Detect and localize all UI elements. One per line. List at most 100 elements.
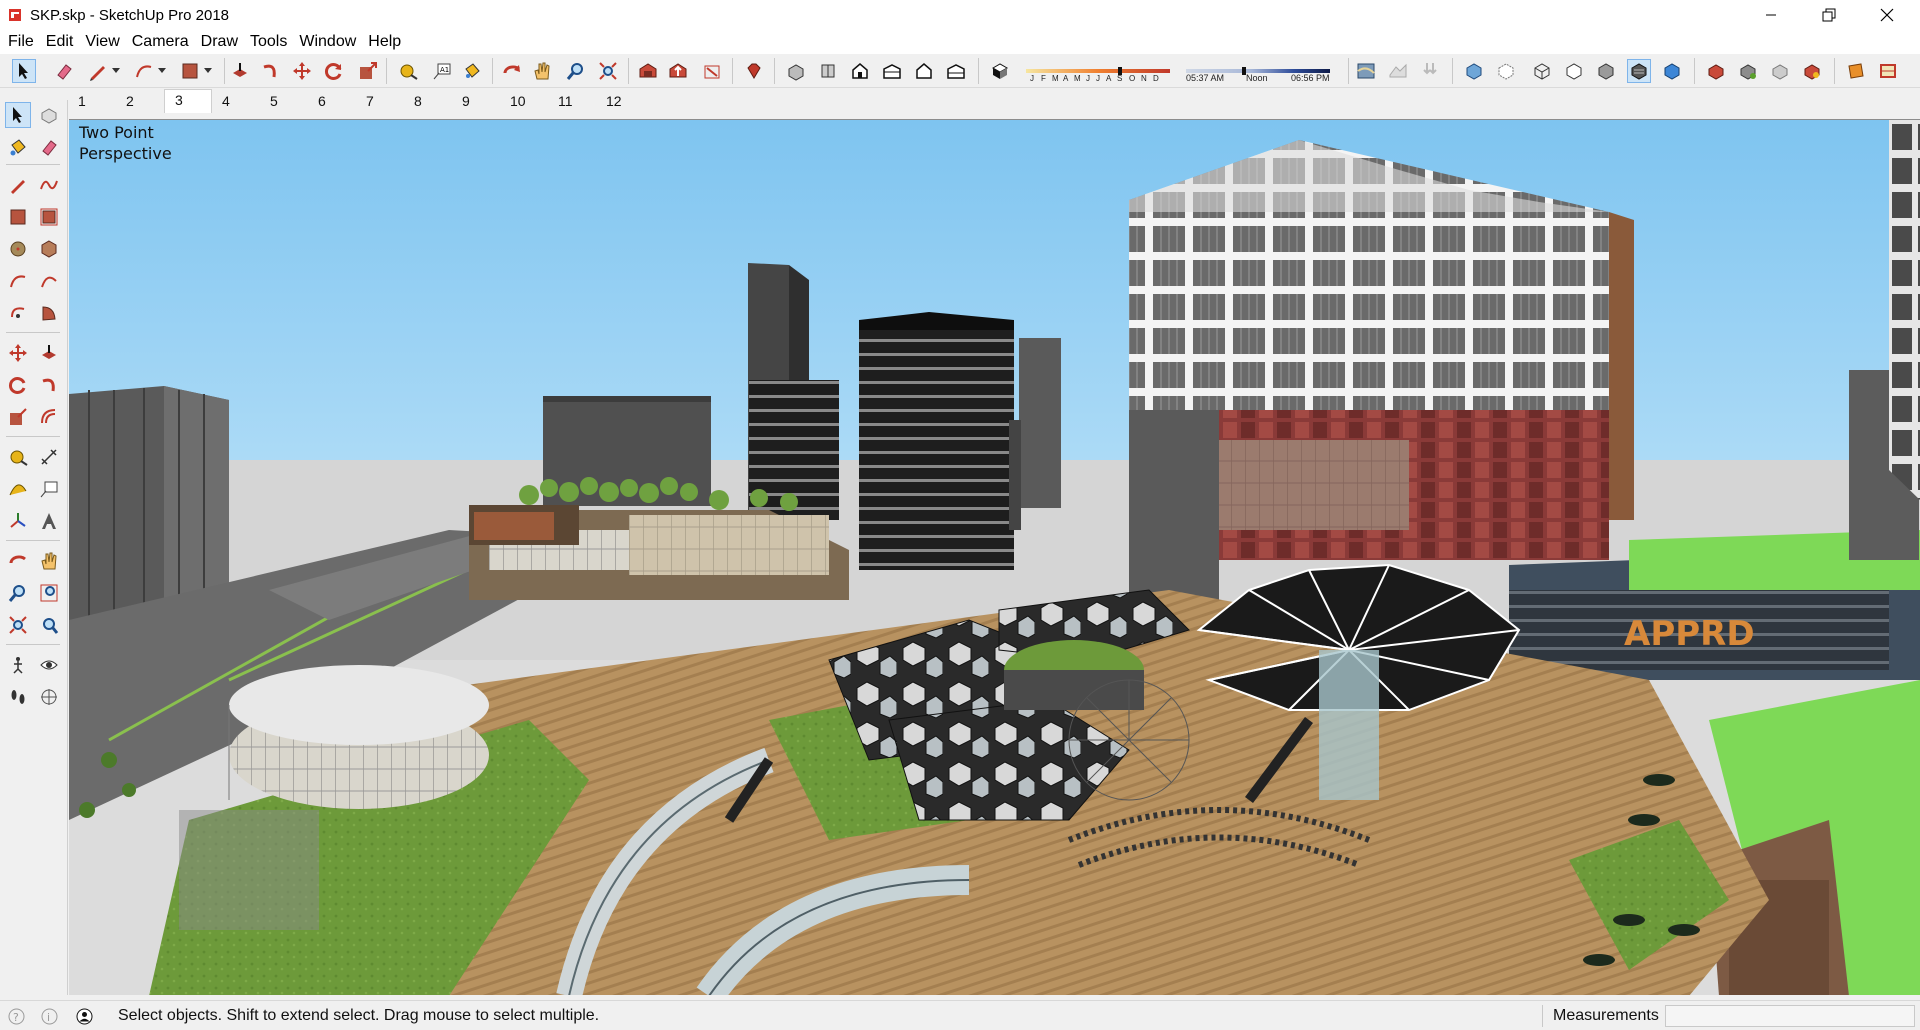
- lt-tape-measure-button[interactable]: [5, 444, 31, 470]
- lt-make-component-button[interactable]: [36, 102, 62, 128]
- hidden-line-button[interactable]: [1562, 59, 1586, 83]
- lt-dimension-button[interactable]: [36, 444, 62, 470]
- move-tool-button[interactable]: [290, 59, 314, 83]
- scene-tab-4[interactable]: 4: [212, 89, 260, 113]
- shaded-button[interactable]: [1594, 59, 1618, 83]
- menu-camera[interactable]: Camera: [126, 33, 195, 51]
- lt-zoom-window-button[interactable]: [36, 580, 62, 606]
- lt-rectangle-button[interactable]: [5, 204, 31, 230]
- scene-tab-12[interactable]: 12: [596, 89, 644, 113]
- restore-button[interactable]: [1806, 0, 1852, 30]
- menu-edit[interactable]: Edit: [40, 33, 80, 51]
- month-slider[interactable]: [1026, 62, 1170, 75]
- lt-pan-button[interactable]: [36, 548, 62, 574]
- arc-dropdown[interactable]: [156, 59, 168, 83]
- scene-tab-10[interactable]: 10: [500, 89, 548, 113]
- scene-tab-6[interactable]: 6: [308, 89, 356, 113]
- menu-view[interactable]: View: [79, 33, 125, 51]
- shape-dropdown[interactable]: [202, 59, 214, 83]
- lt-two-point-arc-button[interactable]: [36, 268, 62, 294]
- section-plane-button[interactable]: [1844, 59, 1868, 83]
- scale-tool-button[interactable]: [356, 59, 380, 83]
- follow-me-button[interactable]: [258, 59, 282, 83]
- eraser-tool-button[interactable]: [52, 59, 76, 83]
- scene-tab-1[interactable]: 1: [68, 89, 116, 113]
- lt-line-button[interactable]: [5, 172, 31, 198]
- photo-textures-button[interactable]: [1418, 59, 1442, 83]
- tape-measure-button[interactable]: [396, 59, 420, 83]
- left-view-button[interactable]: [944, 59, 968, 83]
- lt-eraser-button[interactable]: [36, 134, 62, 160]
- menu-tools[interactable]: Tools: [244, 33, 293, 51]
- scene-tab-11[interactable]: 11: [548, 89, 596, 113]
- scene-tab-2[interactable]: 2: [116, 89, 164, 113]
- lt-3d-text-button[interactable]: [36, 508, 62, 534]
- xray-button[interactable]: [1462, 59, 1486, 83]
- lt-move-button[interactable]: [5, 340, 31, 366]
- menu-draw[interactable]: Draw: [195, 33, 244, 51]
- scene-tab-3[interactable]: 3: [164, 89, 212, 113]
- lt-orbit-button[interactable]: [5, 548, 31, 574]
- extension-warehouse-button[interactable]: [700, 59, 724, 83]
- lt-walk-button[interactable]: [5, 684, 31, 710]
- lt-position-camera-button[interactable]: [5, 652, 31, 678]
- iso-view-button[interactable]: [784, 59, 808, 83]
- menu-file[interactable]: File: [2, 33, 40, 51]
- paint-bucket-button[interactable]: [460, 59, 484, 83]
- back-view-button[interactable]: [912, 59, 936, 83]
- select-tool-button[interactable]: [12, 59, 36, 83]
- pan-button[interactable]: [530, 59, 554, 83]
- shaded-textures-button[interactable]: [1627, 59, 1651, 83]
- lt-paint-bucket-button[interactable]: [5, 134, 31, 160]
- measurements-input[interactable]: [1665, 1005, 1915, 1027]
- dynamic-components-button[interactable]: [1800, 59, 1824, 83]
- lt-offset-button[interactable]: [36, 404, 62, 430]
- lt-polygon-button[interactable]: [36, 236, 62, 262]
- minimize-button[interactable]: [1748, 0, 1794, 30]
- front-view-button[interactable]: [848, 59, 872, 83]
- orbit-button[interactable]: [500, 59, 524, 83]
- lt-look-around-button[interactable]: [36, 652, 62, 678]
- user-account-icon[interactable]: [76, 1008, 93, 1025]
- rotate-tool-button[interactable]: [322, 59, 346, 83]
- lt-previous-view-button[interactable]: [36, 612, 62, 638]
- lt-three-point-arc-button[interactable]: [5, 300, 31, 326]
- rectangle-tool-button[interactable]: [178, 59, 202, 83]
- text-tool-button[interactable]: A1: [430, 59, 454, 83]
- lt-protractor-button[interactable]: [5, 476, 31, 502]
- right-view-button[interactable]: [880, 59, 904, 83]
- lt-zoom-button[interactable]: [5, 580, 31, 606]
- top-view-button[interactable]: [816, 59, 840, 83]
- arc-tool-button[interactable]: [132, 59, 156, 83]
- lt-axes-button[interactable]: [5, 508, 31, 534]
- lt-select-button[interactable]: [5, 102, 31, 128]
- lt-rotated-rectangle-button[interactable]: [36, 204, 62, 230]
- line-dropdown[interactable]: [110, 59, 122, 83]
- credits-icon[interactable]: i: [41, 1008, 58, 1025]
- extension-manager-button[interactable]: [742, 59, 766, 83]
- map-location-button[interactable]: [1354, 59, 1378, 83]
- menu-help[interactable]: Help: [362, 33, 407, 51]
- line-tool-button[interactable]: [86, 59, 110, 83]
- lt-arc-button[interactable]: [5, 268, 31, 294]
- lt-pie-button[interactable]: [36, 300, 62, 326]
- time-slider[interactable]: [1186, 62, 1330, 75]
- make-component-button[interactable]: [1704, 59, 1728, 83]
- wireframe-button[interactable]: [1530, 59, 1554, 83]
- zoom-extents-button[interactable]: [596, 59, 620, 83]
- close-button[interactable]: [1864, 0, 1910, 30]
- lt-section-plane-button[interactable]: [36, 684, 62, 710]
- scene-tab-5[interactable]: 5: [260, 89, 308, 113]
- lt-follow-me-button[interactable]: [36, 372, 62, 398]
- lt-zoom-extents-button[interactable]: [5, 612, 31, 638]
- shadows-toggle-button[interactable]: [988, 59, 1012, 83]
- warehouse-button[interactable]: [636, 59, 660, 83]
- share-model-button[interactable]: [666, 59, 690, 83]
- scene-tab-7[interactable]: 7: [356, 89, 404, 113]
- geolocation-icon[interactable]: ?: [8, 1008, 25, 1025]
- zoom-button[interactable]: [564, 59, 588, 83]
- menu-window[interactable]: Window: [293, 33, 362, 51]
- monochrome-button[interactable]: [1660, 59, 1684, 83]
- push-pull-button[interactable]: [228, 59, 252, 83]
- toggle-terrain-button[interactable]: [1386, 59, 1410, 83]
